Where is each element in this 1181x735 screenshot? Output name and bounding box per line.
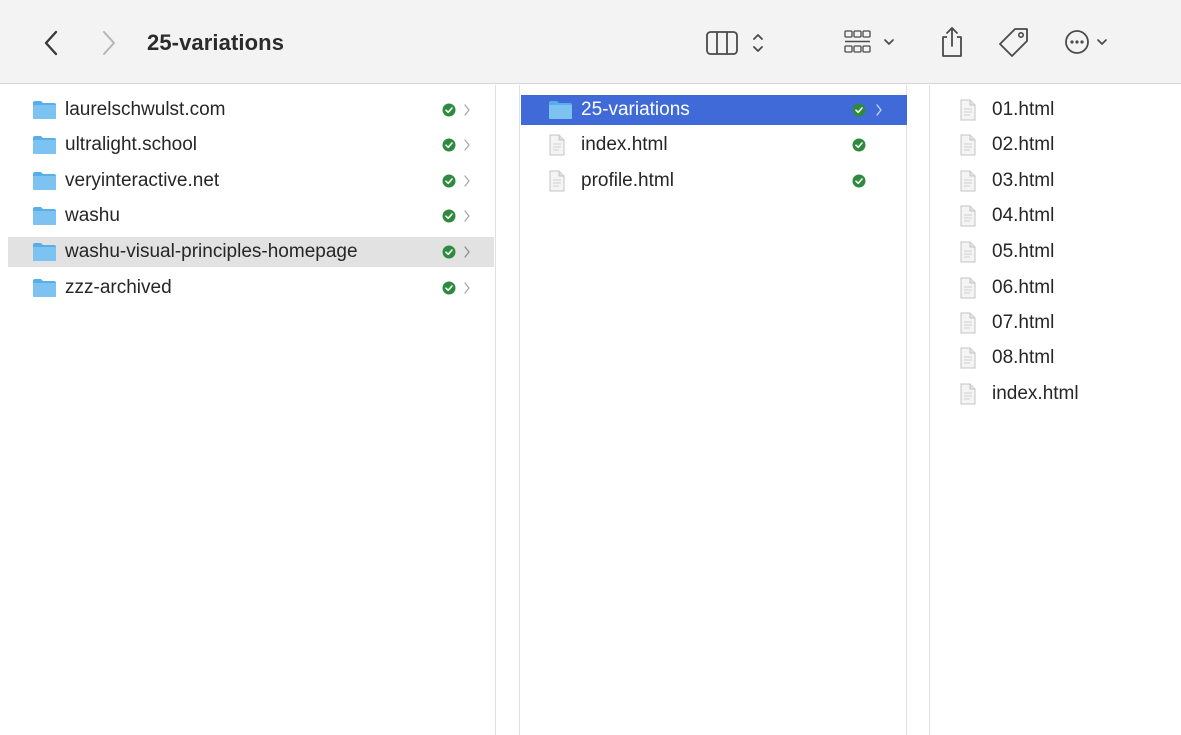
chevron-right-icon xyxy=(464,104,470,116)
synced-check-icon xyxy=(442,245,456,259)
html-file-icon xyxy=(960,241,976,263)
chevron-right-icon xyxy=(464,282,470,294)
html-file-icon xyxy=(960,99,976,121)
synced-check-icon xyxy=(442,138,456,152)
list-item-selected[interactable]: 25-variations xyxy=(521,95,907,125)
window-title: 25-variations xyxy=(147,30,285,55)
item-label: 02.html xyxy=(992,134,1055,155)
chevron-right-icon xyxy=(464,139,470,151)
item-label: laurelschwulst.com xyxy=(65,99,226,120)
list-item[interactable]: laurelschwulst.com xyxy=(8,95,494,125)
group-button[interactable] xyxy=(840,24,906,60)
list-item[interactable]: 06.html xyxy=(930,273,1180,303)
item-label: 03.html xyxy=(992,170,1055,191)
html-file-icon xyxy=(549,134,565,156)
synced-check-icon xyxy=(852,174,866,188)
more-actions-button[interactable] xyxy=(1060,24,1122,60)
list-item[interactable]: 01.html xyxy=(930,95,1180,125)
list-item[interactable]: zzz-archived xyxy=(8,273,494,303)
tag-button[interactable] xyxy=(996,22,1032,62)
share-button[interactable] xyxy=(934,22,970,62)
toolbar: 25-variations xyxy=(0,0,1181,84)
list-item[interactable]: index.html xyxy=(521,130,907,160)
folder-icon xyxy=(33,172,56,190)
tag-icon xyxy=(999,28,1028,57)
item-label: washu-visual-principles-homepage xyxy=(65,241,358,262)
item-label: 06.html xyxy=(992,277,1055,298)
item-label: 01.html xyxy=(992,99,1055,120)
synced-check-icon xyxy=(852,103,866,117)
column-view-icon xyxy=(706,31,763,55)
html-file-icon xyxy=(960,205,976,227)
synced-check-icon xyxy=(442,103,456,117)
view-mode-button[interactable] xyxy=(702,24,778,60)
folder-icon xyxy=(33,243,56,261)
list-item[interactable]: profile.html xyxy=(521,166,907,196)
html-file-icon xyxy=(960,312,976,334)
html-file-icon xyxy=(960,277,976,299)
item-label: 08.html xyxy=(992,347,1055,368)
html-file-icon xyxy=(549,170,565,192)
folder-icon xyxy=(549,101,572,119)
back-button[interactable] xyxy=(36,25,66,61)
forward-button[interactable] xyxy=(94,25,124,61)
list-item[interactable]: 02.html xyxy=(930,130,1180,160)
synced-check-icon xyxy=(442,209,456,223)
chevron-right-icon xyxy=(464,175,470,187)
folder-icon xyxy=(33,136,56,154)
item-label: index.html xyxy=(992,383,1079,404)
item-label: profile.html xyxy=(581,170,674,191)
item-label: 05.html xyxy=(992,241,1055,262)
list-item[interactable]: 07.html xyxy=(930,308,1180,338)
item-label: index.html xyxy=(581,134,668,155)
group-grid-icon xyxy=(844,30,894,53)
list-item[interactable]: 05.html xyxy=(930,237,1180,267)
html-file-icon xyxy=(960,170,976,192)
chevron-left-icon xyxy=(44,30,58,56)
browser-column-1: laurelschwulst.com ultralight.school ver… xyxy=(0,85,496,735)
chevron-right-icon xyxy=(464,246,470,258)
item-label: ultralight.school xyxy=(65,134,198,155)
html-file-icon xyxy=(960,347,976,369)
synced-check-icon xyxy=(442,281,456,295)
folder-icon xyxy=(33,279,56,297)
list-item[interactable]: 04.html xyxy=(930,201,1180,231)
item-label: 07.html xyxy=(992,312,1055,333)
list-item-highlighted[interactable]: washu-visual-principles-homepage xyxy=(8,237,494,267)
item-label: 25-variations xyxy=(581,99,690,120)
list-item[interactable]: ultralight.school xyxy=(8,130,494,160)
folder-icon xyxy=(33,101,56,119)
list-item[interactable]: 03.html xyxy=(930,166,1180,196)
browser-column-2: 25-variations index.html profile.html xyxy=(519,85,907,735)
list-item[interactable]: washu xyxy=(8,201,494,231)
html-file-icon xyxy=(960,383,976,405)
chevron-right-icon xyxy=(103,31,115,55)
share-icon xyxy=(942,27,962,57)
item-label: 04.html xyxy=(992,205,1055,226)
ellipsis-circle-icon xyxy=(1065,30,1107,54)
item-label: washu xyxy=(65,205,120,226)
list-item[interactable]: 08.html xyxy=(930,343,1180,373)
item-label: zzz-archived xyxy=(65,277,172,298)
folder-icon xyxy=(33,207,56,225)
synced-check-icon xyxy=(442,174,456,188)
chevron-right-icon xyxy=(464,210,470,222)
html-file-icon xyxy=(960,134,976,156)
chevron-right-icon xyxy=(876,104,882,116)
item-label: veryinteractive.net xyxy=(65,170,220,191)
list-item[interactable]: index.html xyxy=(930,379,1180,409)
synced-check-icon xyxy=(852,138,866,152)
list-item[interactable]: veryinteractive.net xyxy=(8,166,494,196)
browser-column-3: 01.html 02.html 03.html 04.html 05.html … xyxy=(929,85,1181,735)
